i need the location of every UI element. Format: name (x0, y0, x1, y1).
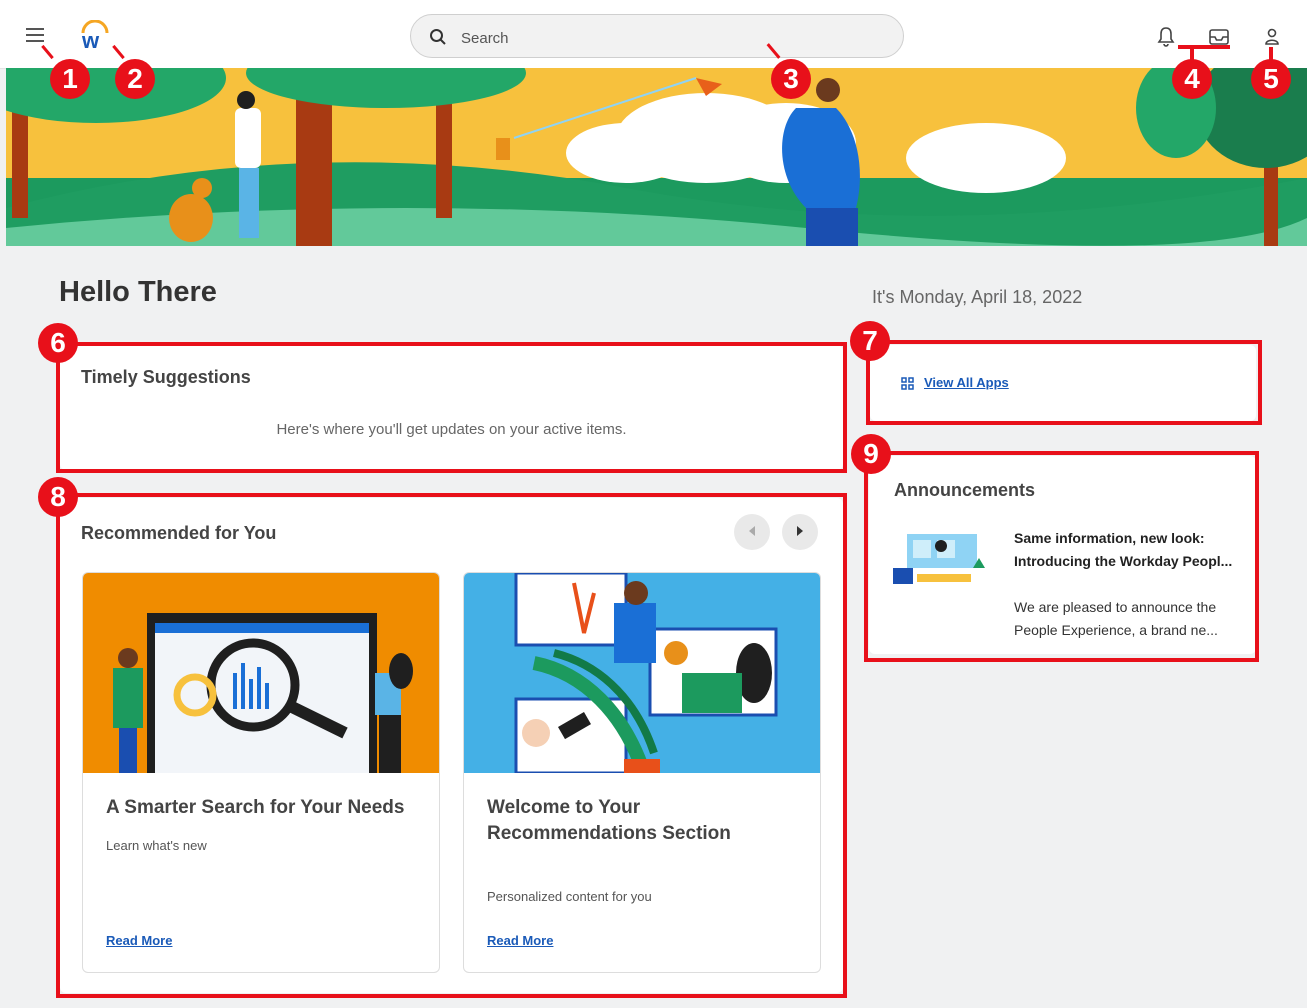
top-bar: w (0, 0, 1307, 69)
callout-box-6 (56, 342, 847, 473)
bell-icon[interactable] (1156, 26, 1176, 48)
page-title: Hello There (59, 276, 217, 308)
search-input[interactable] (459, 25, 863, 51)
profile-icon[interactable] (1262, 26, 1282, 48)
menu-icon[interactable] (26, 28, 44, 42)
callout-box-8 (56, 493, 847, 998)
callout-3: 3 (771, 59, 811, 99)
date-label: It's Monday, April 18, 2022 (872, 287, 1083, 307)
callout-1: 1 (50, 59, 90, 99)
callout-6: 6 (38, 323, 78, 363)
workday-logo[interactable]: w (78, 19, 112, 54)
search-icon (430, 29, 446, 45)
search-bar[interactable] (410, 14, 904, 58)
callout-5: 5 (1251, 59, 1291, 99)
callout-2: 2 (115, 59, 155, 99)
callout-box-9 (864, 451, 1259, 662)
callout-box-7 (866, 340, 1262, 425)
callout-8: 8 (38, 477, 78, 517)
callout-7: 7 (850, 321, 890, 361)
callout-9: 9 (851, 434, 891, 474)
callout-bracket-4 (1178, 45, 1230, 49)
home-banner-illustration (6, 68, 1307, 246)
callout-4: 4 (1172, 59, 1212, 99)
